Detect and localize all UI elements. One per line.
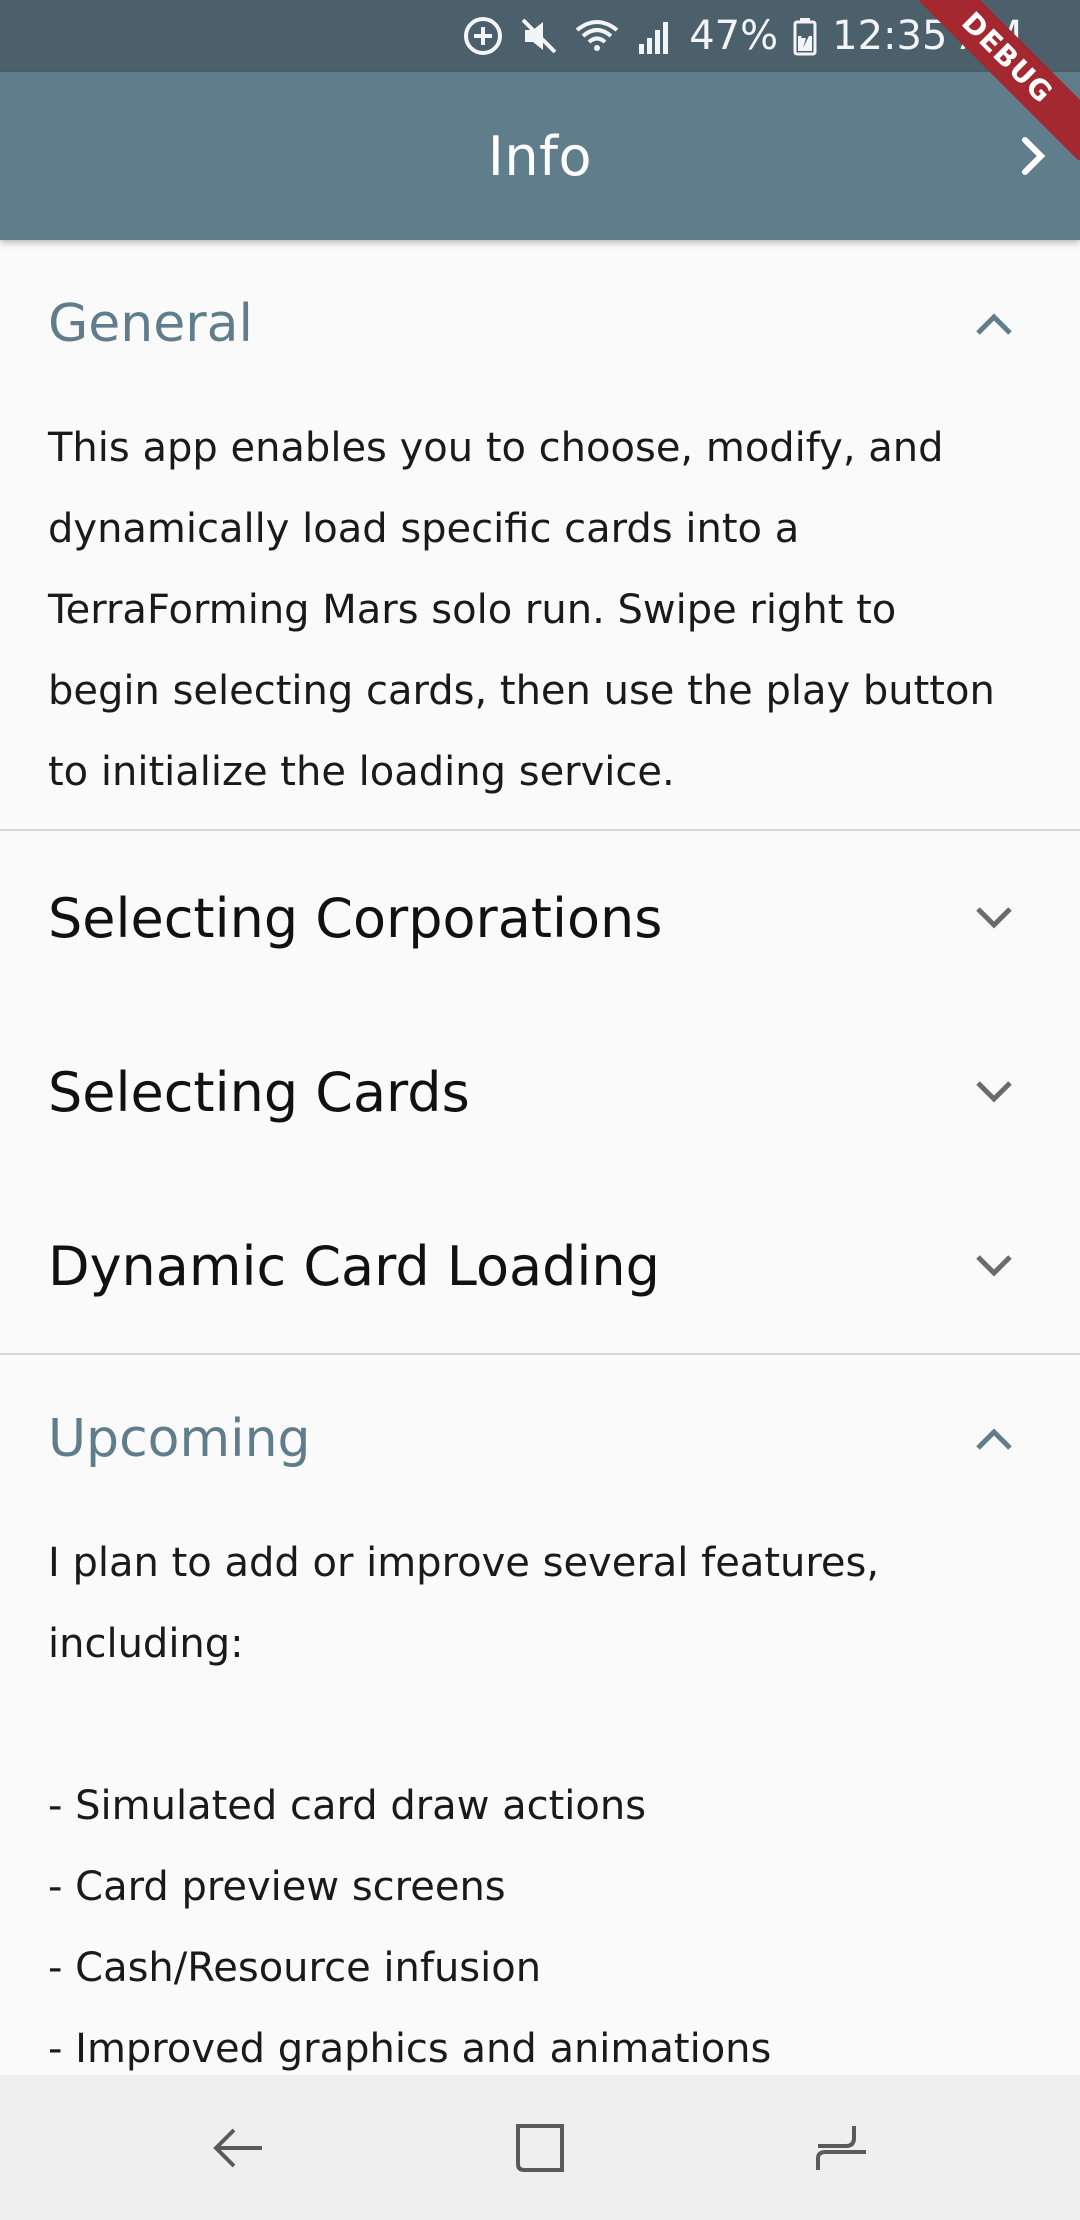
- signal-icon: [635, 14, 675, 58]
- chevron-up-icon[interactable]: [968, 298, 1020, 350]
- panel-body-upcoming: I plan to add or improve several feature…: [0, 1523, 1080, 2075]
- panel-selecting-corporations: Selecting Corporations: [0, 831, 1080, 1005]
- recents-icon: [816, 2126, 866, 2170]
- panel-header-general[interactable]: General: [0, 240, 1080, 408]
- panel-header-dynamic-card-loading[interactable]: Dynamic Card Loading: [0, 1179, 1080, 1353]
- recents-button[interactable]: [807, 2113, 877, 2183]
- panel-dynamic-card-loading: Dynamic Card Loading: [0, 1179, 1080, 1353]
- panel-header-upcoming[interactable]: Upcoming: [0, 1355, 1080, 1523]
- chevron-down-icon[interactable]: [968, 1066, 1020, 1118]
- status-icons: 47% 12:35 AM: [461, 0, 1022, 72]
- body-line: including:: [48, 1621, 244, 1667]
- chevron-down-icon[interactable]: [968, 892, 1020, 944]
- panel-body-general: This app enables you to choose, modify, …: [0, 408, 1080, 813]
- back-button[interactable]: [203, 2113, 273, 2183]
- panel-title: Dynamic Card Loading: [48, 1234, 660, 1298]
- panel-header-selecting-corporations[interactable]: Selecting Corporations: [0, 831, 1080, 1005]
- battery-icon: [792, 14, 818, 58]
- next-page-button[interactable]: [998, 116, 1068, 196]
- panel-header-selecting-cards[interactable]: Selecting Cards: [0, 1005, 1080, 1179]
- chevron-down-icon[interactable]: [968, 1240, 1020, 1292]
- body-line: I plan to add or improve several feature…: [48, 1540, 880, 1586]
- panel-selecting-cards: Selecting Cards: [0, 1005, 1080, 1179]
- panel-upcoming: Upcoming I plan to add or improve severa…: [0, 1355, 1080, 2075]
- battery-percent: 47%: [689, 13, 779, 59]
- home-icon: [516, 2124, 564, 2172]
- panel-general: General This app enables you to choose, …: [0, 240, 1080, 829]
- body-line: - Cash/Resource infusion: [48, 1945, 542, 1991]
- home-button[interactable]: [505, 2113, 575, 2183]
- mute-icon: [519, 14, 559, 58]
- wifi-icon: [573, 14, 621, 58]
- body-line: TerraForming Mars solo run. Swipe right …: [48, 587, 897, 633]
- body-line: - Simulated card draw actions: [48, 1783, 647, 1829]
- panel-title: Selecting Cards: [48, 1060, 470, 1124]
- back-icon: [213, 2128, 262, 2168]
- panel-title: General: [48, 294, 253, 354]
- info-panel-list[interactable]: General This app enables you to choose, …: [0, 240, 1080, 2075]
- system-nav-bar: [0, 2075, 1080, 2220]
- panel-title: Upcoming: [48, 1409, 311, 1469]
- body-line: This app enables you to choose, modify, …: [48, 425, 944, 471]
- chevron-up-icon[interactable]: [968, 1413, 1020, 1465]
- body-line: begin selecting cards, then use the play…: [48, 668, 995, 714]
- status-bar: 47% 12:35 AM: [0, 0, 1080, 72]
- body-line: dynamically load specific cards into a: [48, 506, 800, 552]
- body-line: - Improved graphics and animations: [48, 2026, 772, 2072]
- body-line: [48, 1685, 1032, 1766]
- panel-title: Selecting Corporations: [48, 886, 663, 950]
- body-line: to initialize the loading service.: [48, 749, 675, 795]
- clock: 12:35 AM: [832, 13, 1022, 59]
- body-line: - Card preview screens: [48, 1864, 506, 1910]
- page-title: Info: [487, 124, 593, 188]
- chevron-right-icon: [1022, 137, 1046, 175]
- app-bar: Info: [0, 72, 1080, 240]
- data-saver-icon: [461, 14, 505, 58]
